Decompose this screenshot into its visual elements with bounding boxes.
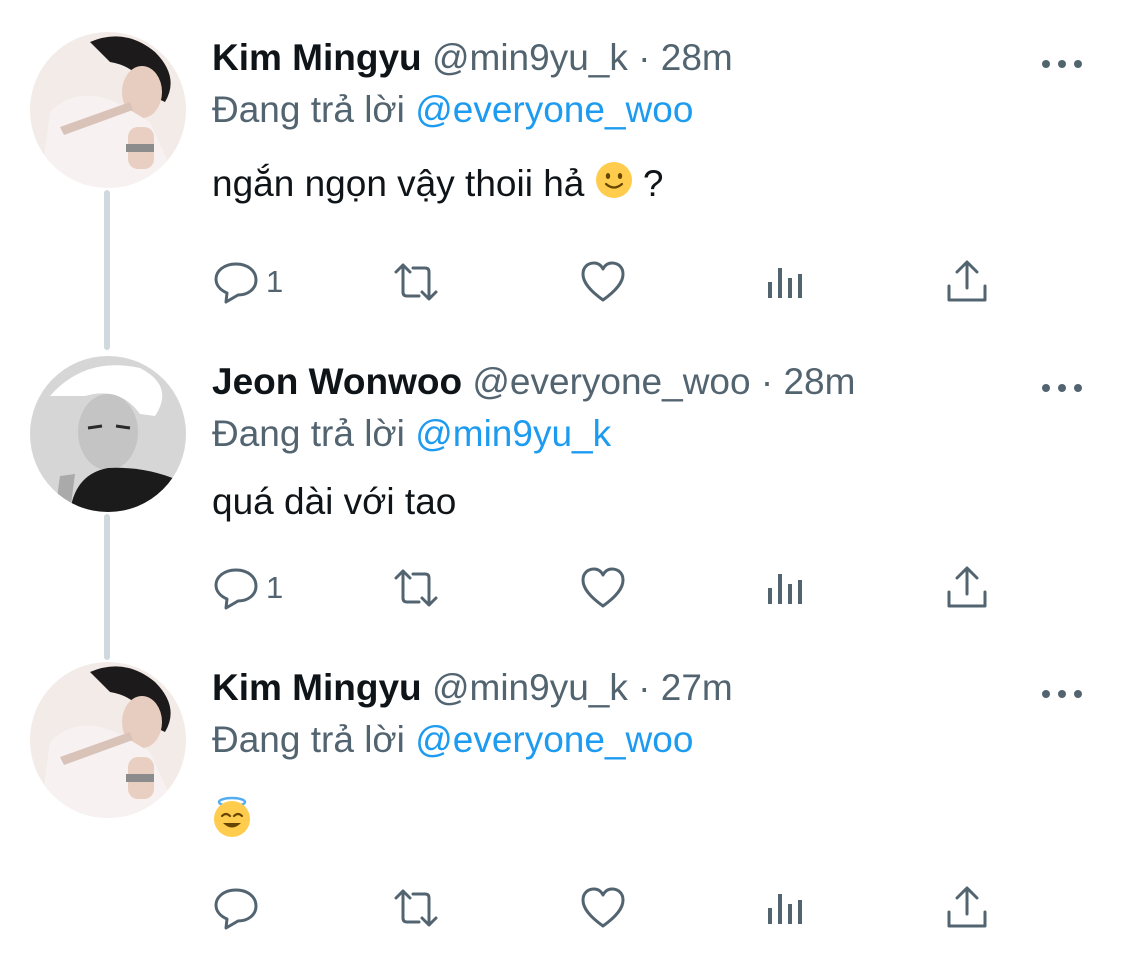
timestamp[interactable]: 28m [783,361,855,402]
retweet-button[interactable] [392,252,440,312]
views-button[interactable] [762,878,810,938]
retweet-button[interactable] [392,558,440,618]
tweet-text [212,796,252,850]
replying-to: Đang trả lời @everyone_woo [212,88,693,132]
tweet-actions: 1 [0,558,1125,618]
tweet-text-suffix: ? [642,163,664,204]
tweet-header: Jeon Wonwoo @everyone_woo · 28m [212,360,855,404]
tweet[interactable]: Kim Mingyu @min9yu_k · 28m Đang trả lời … [0,32,1125,322]
separator-dot: · [638,667,651,708]
share-icon [947,566,987,608]
retweet-button[interactable] [392,878,440,938]
separator-dot: · [760,361,774,402]
heart-icon [581,887,625,928]
share-button[interactable] [943,878,991,938]
avatar[interactable] [30,356,186,512]
like-button[interactable] [579,252,627,312]
replying-prefix: Đang trả lời [212,89,405,130]
replying-prefix: Đang trả lời [212,413,405,454]
share-icon [947,260,987,302]
timestamp[interactable]: 28m [661,37,733,78]
replying-to: Đang trả lời @min9yu_k [212,412,611,456]
replying-prefix: Đang trả lời [212,719,405,760]
tweet-actions: 1 [0,252,1125,312]
tweet-text: quá dài với tao [212,478,456,526]
display-name[interactable]: Kim Mingyu [212,667,422,708]
slightly-smiling-face-icon [595,161,633,211]
like-button[interactable] [579,878,627,938]
reply-button[interactable]: 1 [212,252,283,312]
display-name[interactable]: Kim Mingyu [212,37,422,78]
mention-link[interactable]: @everyone_woo [415,719,693,760]
retweet-icon [394,889,438,927]
reply-icon [214,568,258,610]
tweet-text-body: ngắn ngọn vậy thoii hả [212,163,585,204]
reply-button[interactable] [212,878,260,938]
reply-icon [214,262,258,304]
retweet-icon [394,569,438,607]
more-icon[interactable] [1040,52,1084,76]
reply-count: 1 [266,570,284,605]
tweet-header: Kim Mingyu @min9yu_k · 27m [212,666,733,710]
reply-icon [214,888,258,930]
heart-icon [581,567,625,608]
views-icon [768,574,802,604]
user-handle[interactable]: @everyone_woo [472,361,750,402]
views-icon [768,268,802,298]
more-icon[interactable] [1040,682,1084,706]
avatar[interactable] [30,662,186,818]
smiling-face-with-halo-icon [212,796,252,850]
tweet[interactable]: Jeon Wonwoo @everyone_woo · 28m Đang trả… [0,356,1125,646]
replying-to: Đang trả lời @everyone_woo [212,718,693,762]
like-button[interactable] [579,558,627,618]
separator-dot: · [638,37,651,78]
tweet-actions [0,878,1125,938]
reply-count: 1 [266,264,284,299]
tweet-text: ngắn ngọn vậy thoii hả ? [212,160,664,211]
user-handle[interactable]: @min9yu_k [432,667,628,708]
mention-link[interactable]: @min9yu_k [415,413,611,454]
display-name[interactable]: Jeon Wonwoo [212,361,462,402]
tweet-header: Kim Mingyu @min9yu_k · 28m [212,36,733,80]
share-icon [947,886,987,928]
user-handle[interactable]: @min9yu_k [432,37,628,78]
avatar[interactable] [30,32,186,188]
views-button[interactable] [762,252,810,312]
views-button[interactable] [762,558,810,618]
heart-icon [581,261,625,302]
views-icon [768,894,802,924]
tweet-text-body: quá dài với tao [212,481,457,522]
share-button[interactable] [943,252,991,312]
timestamp[interactable]: 27m [661,667,733,708]
more-icon[interactable] [1040,376,1084,400]
tweet[interactable]: Kim Mingyu @min9yu_k · 27m Đang trả lời … [0,662,1125,952]
share-button[interactable] [943,558,991,618]
mention-link[interactable]: @everyone_woo [415,89,693,130]
reply-button[interactable]: 1 [212,558,283,618]
retweet-icon [394,263,438,301]
